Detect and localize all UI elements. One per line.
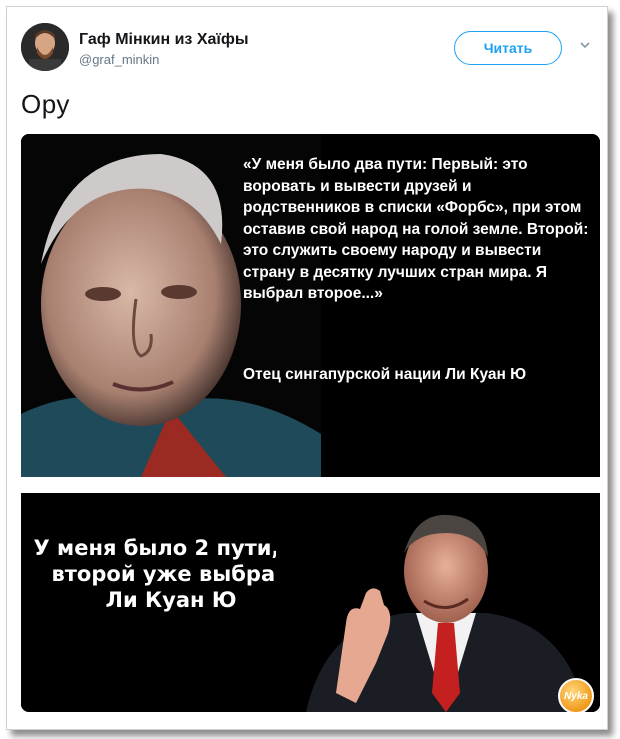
display-name[interactable]: Гаф Мінкин из Хаїфы (79, 31, 249, 49)
meme-bottom-panel: У меня было 2 пути,но второй уже выбрал … (21, 493, 600, 712)
waving-man-photo (276, 493, 600, 712)
avatar-image (21, 23, 69, 71)
meme-quote: «У меня было два пути: Первый: это воров… (243, 156, 589, 302)
meme-divider (21, 477, 600, 493)
follow-button[interactable]: Читать (454, 31, 562, 65)
tweet-media[interactable]: «У меня было два пути: Первый: это воров… (21, 134, 600, 712)
chevron-down-icon[interactable] (579, 39, 591, 51)
meme-attribution: Отец сингапурской нации Ли Куан Ю (243, 366, 527, 383)
tweet-card: Гаф Мінкин из Хаїфы @graf_minkin Читать … (6, 6, 608, 730)
meme-top-panel: «У меня было два пути: Первый: это воров… (21, 134, 600, 477)
watermark-logo: Nyka (558, 678, 594, 712)
tweet-text: Ору (21, 89, 70, 119)
avatar[interactable] (21, 23, 69, 71)
user-handle[interactable]: @graf_minkin (79, 52, 159, 67)
